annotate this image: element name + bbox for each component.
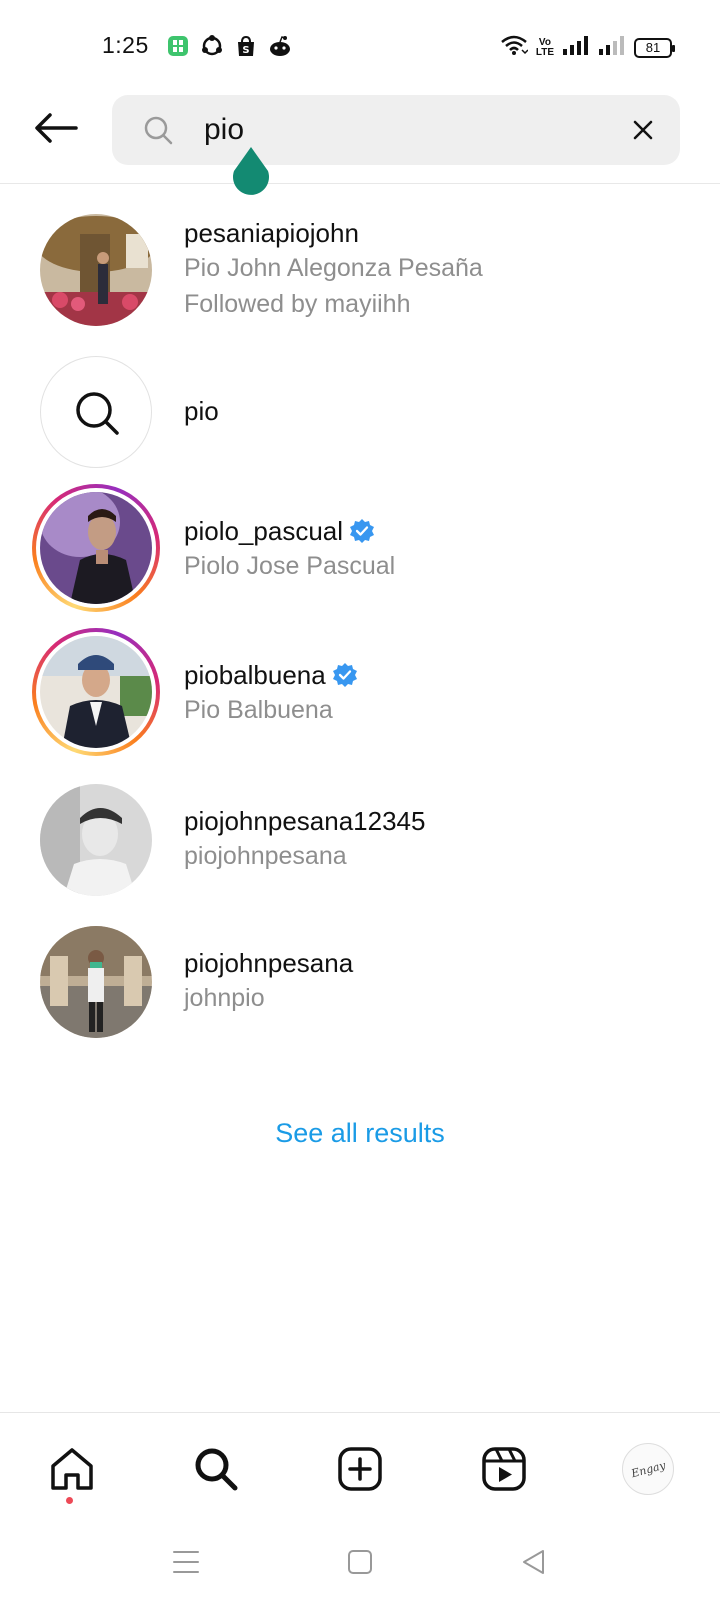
nav-home[interactable] — [46, 1443, 98, 1495]
avatar — [40, 636, 152, 748]
search-box[interactable] — [112, 95, 680, 165]
full-name: Pio Balbuena — [184, 696, 333, 724]
full-name: johnpio — [184, 984, 265, 1012]
avatar — [40, 214, 152, 326]
back-button[interactable] — [28, 106, 84, 150]
wifi-icon — [500, 34, 529, 61]
share-sync-icon — [200, 34, 224, 58]
system-status-icons: Vo LTE 81 — [500, 34, 675, 61]
status-bar: 1:25 S Vo LTE 81 — [0, 0, 720, 84]
avatar — [40, 784, 152, 896]
story-ring — [32, 484, 160, 612]
home-icon — [51, 1448, 93, 1490]
text-cursor-handle[interactable] — [230, 147, 272, 200]
search-icon — [76, 392, 119, 435]
result-row-account[interactable]: piobalbuena Pio Balbuena — [0, 628, 720, 764]
avatar — [40, 926, 152, 1038]
full-name: Piolo Jose Pascual — [184, 552, 396, 580]
keyword-text: pio — [184, 396, 219, 426]
username: piojohnpesana12345 — [184, 806, 426, 836]
result-row-account[interactable]: piojohnpesana12345 piojohnpesana — [0, 784, 720, 914]
nav-search[interactable] — [190, 1443, 242, 1495]
menu-lines-icon — [173, 1551, 199, 1573]
square-icon — [348, 1550, 372, 1574]
volte-indicator: Vo LTE — [535, 37, 554, 58]
status-time: 1:25 — [102, 32, 149, 58]
search-header — [0, 84, 720, 184]
result-text: piobalbuena Pio Balbuena — [184, 658, 358, 728]
result-text: piojohnpesana12345 piojohnpesana — [184, 804, 425, 874]
shopee-icon: S — [234, 34, 258, 58]
result-row-account[interactable]: piolo_pascual Piolo Jose Pascual — [0, 484, 720, 620]
arrow-left-icon — [35, 113, 78, 143]
result-text: pio — [184, 394, 219, 428]
bottom-nav: Engay — [0, 1412, 720, 1522]
full-name: Pio John Alegonza Pesaña — [184, 254, 483, 282]
reddit-icon — [268, 34, 292, 58]
full-name: piojohnpesana — [184, 842, 347, 870]
result-text: pesaniapiojohn Pio John Alegonza Pesaña … — [184, 216, 483, 322]
username: piolo_pascual — [184, 516, 344, 546]
username: piobalbuena — [184, 660, 326, 690]
close-icon — [633, 120, 653, 140]
signal-strength-icon — [562, 34, 590, 61]
result-row-account[interactable]: pesaniapiojohn Pio John Alegonza Pesaña … — [0, 214, 720, 344]
nav-create[interactable] — [334, 1443, 386, 1495]
keyword-search-circle — [40, 356, 152, 468]
result-row-keyword[interactable]: pio — [0, 356, 720, 486]
username-line: piolo_pascual — [184, 514, 395, 548]
back-system-button[interactable] — [514, 1542, 554, 1582]
green-app-icon — [166, 34, 190, 58]
nav-profile-avatar[interactable]: Engay — [622, 1443, 674, 1495]
system-navigation-bar — [0, 1522, 720, 1600]
notification-dot — [66, 1497, 73, 1504]
story-ring — [32, 628, 160, 756]
verified-badge-icon — [332, 663, 357, 687]
search-icon — [195, 1448, 238, 1491]
profile-logo-text: Engay — [629, 1458, 667, 1480]
result-text: piolo_pascual Piolo Jose Pascual — [184, 514, 395, 584]
notification-icons: S — [166, 34, 292, 58]
nav-reels[interactable] — [478, 1443, 530, 1495]
home-system-button[interactable] — [340, 1542, 380, 1582]
search-input[interactable] — [204, 108, 604, 152]
svg-text:S: S — [242, 45, 249, 56]
reels-icon — [482, 1447, 526, 1491]
avatar — [40, 492, 152, 604]
triangle-back-icon — [523, 1550, 544, 1574]
recent-apps-button[interactable] — [166, 1542, 206, 1582]
signal-strength-2-icon — [598, 34, 626, 61]
username-line: piobalbuena — [184, 658, 358, 692]
volte-line2: LTE — [535, 46, 554, 58]
result-text: piojohnpesana johnpio — [184, 946, 353, 1016]
see-all-results-link[interactable]: See all results — [0, 1118, 720, 1149]
clear-search-button[interactable] — [628, 115, 658, 145]
plus-square-icon — [338, 1447, 382, 1491]
verified-badge-icon — [350, 519, 375, 543]
followed-by: Followed by mayiihh — [184, 290, 411, 318]
search-icon — [142, 114, 174, 151]
battery-indicator: 81 — [634, 37, 675, 58]
result-row-account[interactable]: piojohnpesana johnpio — [0, 926, 720, 1056]
username: piojohnpesana — [184, 948, 354, 978]
username: pesaniapiojohn — [184, 218, 359, 248]
